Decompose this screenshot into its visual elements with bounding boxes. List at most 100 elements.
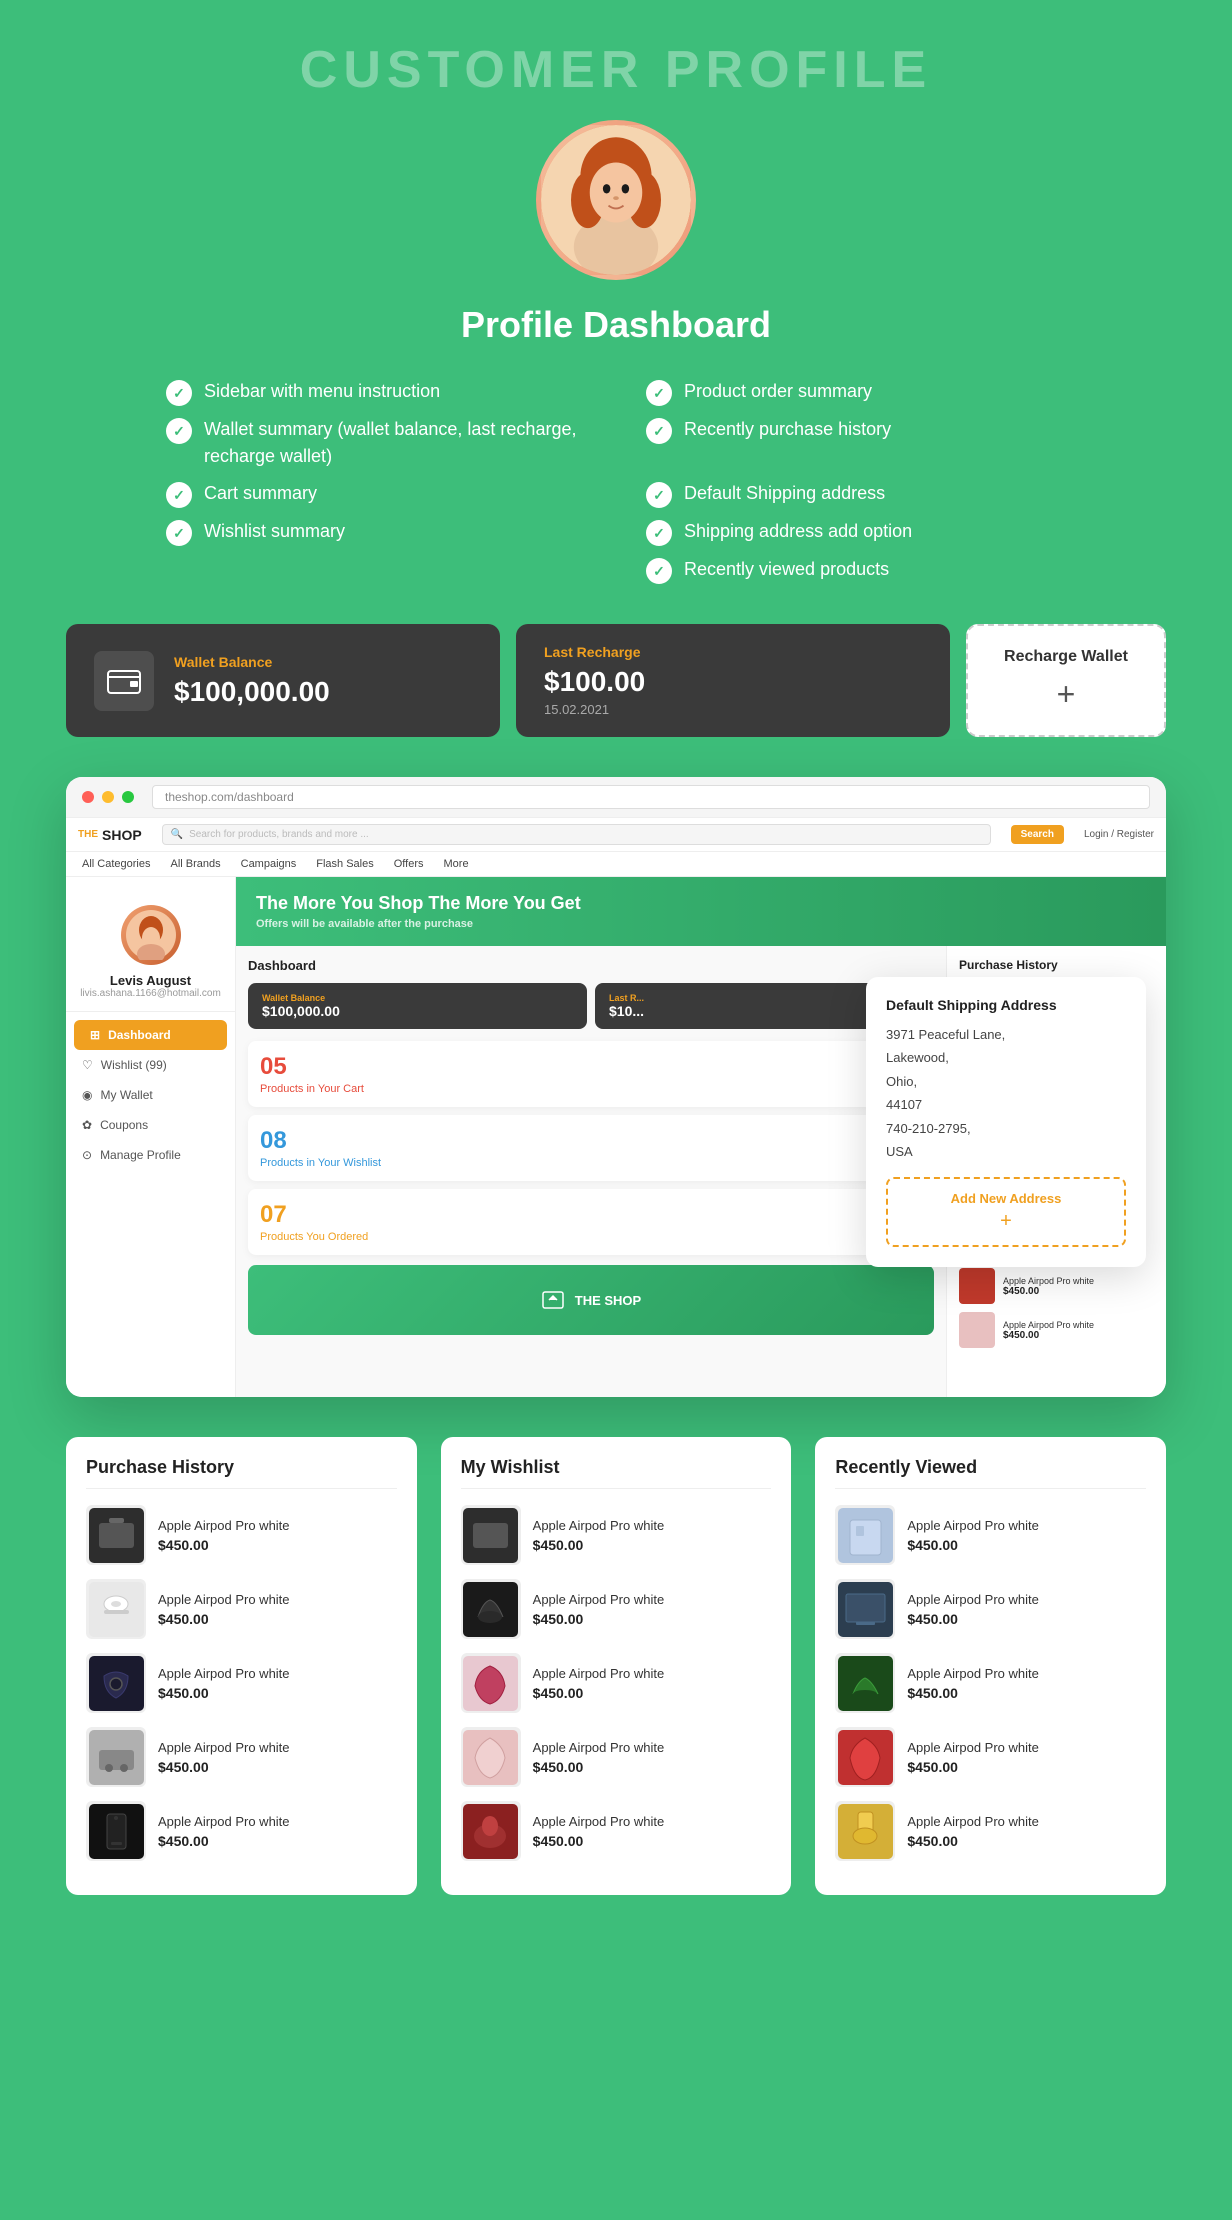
rv-thumb-3 xyxy=(835,1653,895,1713)
rv-name-4: Apple Airpod Pro white xyxy=(907,1740,1146,1755)
sidebar-manage-profile[interactable]: ⊙ Manage Profile xyxy=(66,1140,235,1170)
feature-item-7: Default Shipping address xyxy=(646,480,1066,508)
wallet-balance-label: Wallet Balance xyxy=(174,654,472,670)
add-new-address-button[interactable]: Add New Address + xyxy=(886,1177,1126,1247)
hero-banner: The More You Shop The More You Get Offer… xyxy=(236,877,1166,946)
rv-details-5: Apple Airpod Pro white $450.00 xyxy=(907,1814,1146,1849)
rv-thumb-5 xyxy=(835,1801,895,1861)
ph-item-2: Apple Airpod Pro white $450.00 xyxy=(86,1579,397,1639)
check-icon-7 xyxy=(646,482,672,508)
wallet-balance-amount: $100,000.00 xyxy=(174,676,472,708)
wishlist-item-3: Apple Airpod Pro white $450.00 xyxy=(959,1268,1154,1304)
browser-url-bar[interactable]: theshop.com/dashboard xyxy=(152,785,1150,809)
avatar xyxy=(536,120,696,280)
ph-details-4: Apple Airpod Pro white $450.00 xyxy=(158,1740,397,1775)
ph-name-2: Apple Airpod Pro white xyxy=(158,1592,397,1607)
mockup-sidebar: Levis August livis.ashana.1166@hotmail.c… xyxy=(66,877,236,1397)
recharge-plus-icon: + xyxy=(1057,676,1076,713)
address-line1: 3971 Peaceful Lane, xyxy=(886,1023,1126,1046)
sidebar-profile: Levis August livis.ashana.1166@hotmail.c… xyxy=(66,893,235,1012)
bottom-sections: Purchase History Apple Airpod Pro white … xyxy=(66,1437,1166,1895)
feature-item-5: Product order summary xyxy=(646,378,1066,406)
dashboard-title: Profile Dashboard xyxy=(60,304,1172,346)
page-title: CUSTOMER PROFILE xyxy=(60,40,1172,100)
sidebar-username: Levis August xyxy=(78,973,223,988)
wl-price-2: $450.00 xyxy=(533,1611,772,1627)
wallet-info: Wallet Balance $100,000.00 xyxy=(174,654,472,708)
ph-details-3: Apple Airpod Pro white $450.00 xyxy=(158,1666,397,1701)
ph-item-3: Apple Airpod Pro white $450.00 xyxy=(86,1653,397,1713)
nav-search-box[interactable]: 🔍 Search for products, brands and more .… xyxy=(162,824,991,845)
hero-sub: Offers will be available after the purch… xyxy=(256,918,1146,930)
wishlist-items: Apple Airpod Pro white $450.00 Apple Air… xyxy=(461,1505,772,1861)
wl-thumb-4 xyxy=(461,1727,521,1787)
sidebar-coupons[interactable]: ✿ Coupons xyxy=(66,1110,235,1140)
stat-card-orders: 07 Products You Ordered xyxy=(248,1189,934,1255)
logo-shop: SHOP xyxy=(102,827,142,843)
check-icon-2 xyxy=(166,418,192,444)
wl-name-4: Apple Airpod Pro white xyxy=(533,1740,772,1755)
rv-price-4: $450.00 xyxy=(907,1759,1146,1775)
rv-item-4: Apple Airpod Pro white $450.00 xyxy=(835,1727,1146,1787)
ph-thumb-4 xyxy=(86,1727,146,1787)
hero-text: The More You Shop The More You Get xyxy=(256,893,1146,914)
recharge-wallet-button[interactable]: Recharge Wallet + xyxy=(966,624,1166,737)
wl-name-1: Apple Airpod Pro white xyxy=(533,1518,772,1533)
cat-all-categories[interactable]: All Categories xyxy=(82,858,150,870)
rv-name-3: Apple Airpod Pro white xyxy=(907,1666,1146,1681)
cat-more[interactable]: More xyxy=(444,858,469,870)
ph-item-5: Apple Airpod Pro white $450.00 xyxy=(86,1801,397,1861)
rv-details-1: Apple Airpod Pro white $450.00 xyxy=(907,1518,1146,1553)
sidebar-wishlist[interactable]: ♡ Wishlist (99) xyxy=(66,1050,235,1080)
ph-details-1: Apple Airpod Pro white $450.00 xyxy=(158,1518,397,1553)
wl-details-5: Apple Airpod Pro white $450.00 xyxy=(533,1814,772,1849)
sidebar-email: livis.ashana.1166@hotmail.com xyxy=(78,988,223,999)
wl-name-2: Apple Airpod Pro white xyxy=(533,1592,772,1607)
ph-name-5: Apple Airpod Pro white xyxy=(158,1814,397,1829)
recharge-date: 15.02.2021 xyxy=(544,702,922,717)
shipping-address-text: 3971 Peaceful Lane, Lakewood, Ohio, 4410… xyxy=(886,1023,1126,1163)
recharge-info: Last Recharge $100.00 15.02.2021 xyxy=(544,644,922,717)
wallet-row: Wallet Balance $100,000.00 Last Recharge… xyxy=(66,624,1166,737)
sidebar-dashboard[interactable]: ⊞ Dashboard xyxy=(74,1020,227,1050)
ph-details-5: Apple Airpod Pro white $450.00 xyxy=(158,1814,397,1849)
login-link[interactable]: Login / Register xyxy=(1084,829,1154,840)
rv-thumb-1 xyxy=(835,1505,895,1565)
check-icon-8 xyxy=(646,520,672,546)
mockup-inner: Levis August livis.ashana.1166@hotmail.c… xyxy=(66,877,1166,1397)
wishlist-label: Products in Your Wishlist xyxy=(260,1157,922,1169)
rv-price-2: $450.00 xyxy=(907,1611,1146,1627)
cat-offers[interactable]: Offers xyxy=(394,858,424,870)
address-line3: Ohio, xyxy=(886,1070,1126,1093)
ph-thumb-2 xyxy=(86,1579,146,1639)
check-icon-3 xyxy=(166,482,192,508)
wishlist-item-4: Apple Airpod Pro white $450.00 xyxy=(959,1312,1154,1348)
recently-viewed-items: Apple Airpod Pro white $450.00 Apple Air… xyxy=(835,1505,1146,1861)
wallet-icon xyxy=(94,651,154,711)
wl-item-5: Apple Airpod Pro white $450.00 xyxy=(461,1801,772,1861)
cat-campaigns[interactable]: Campaigns xyxy=(241,858,297,870)
search-button[interactable]: Search xyxy=(1011,825,1064,844)
ph-item-4: Apple Airpod Pro white $450.00 xyxy=(86,1727,397,1787)
cat-flash-sales[interactable]: Flash Sales xyxy=(316,858,373,870)
wl-thumb-2 xyxy=(461,1579,521,1639)
browser-maximize-dot xyxy=(122,791,134,803)
sidebar-wallet[interactable]: ◉ My Wallet xyxy=(66,1080,235,1110)
rv-item-1: Apple Airpod Pro white $450.00 xyxy=(835,1505,1146,1565)
rv-details-4: Apple Airpod Pro white $450.00 xyxy=(907,1740,1146,1775)
wl-price-4: $450.00 xyxy=(533,1759,772,1775)
shipping-address-overlay: Default Shipping Address 3971 Peaceful L… xyxy=(866,977,1146,1267)
main-wrapper: CUSTOMER PROFILE Profile Dashboard Si xyxy=(0,0,1232,1955)
wl-price-3: $450.00 xyxy=(533,1685,772,1701)
wl-name-5: Apple Airpod Pro white xyxy=(533,1814,772,1829)
purchase-history-card: Purchase History Apple Airpod Pro white … xyxy=(66,1437,417,1895)
recently-viewed-card-title: Recently Viewed xyxy=(835,1457,1146,1489)
wishlist-info-4: Apple Airpod Pro white $450.00 xyxy=(1003,1320,1154,1341)
last-recharge-label: Last Recharge xyxy=(544,644,922,660)
ph-name-3: Apple Airpod Pro white xyxy=(158,1666,397,1681)
wl-price-1: $450.00 xyxy=(533,1537,772,1553)
logo-the: THE xyxy=(78,829,98,840)
cat-all-brands[interactable]: All Brands xyxy=(170,858,220,870)
mini-wallet-label: Wallet Balance xyxy=(262,993,573,1003)
wallet-nav-icon: ◉ xyxy=(82,1088,92,1102)
